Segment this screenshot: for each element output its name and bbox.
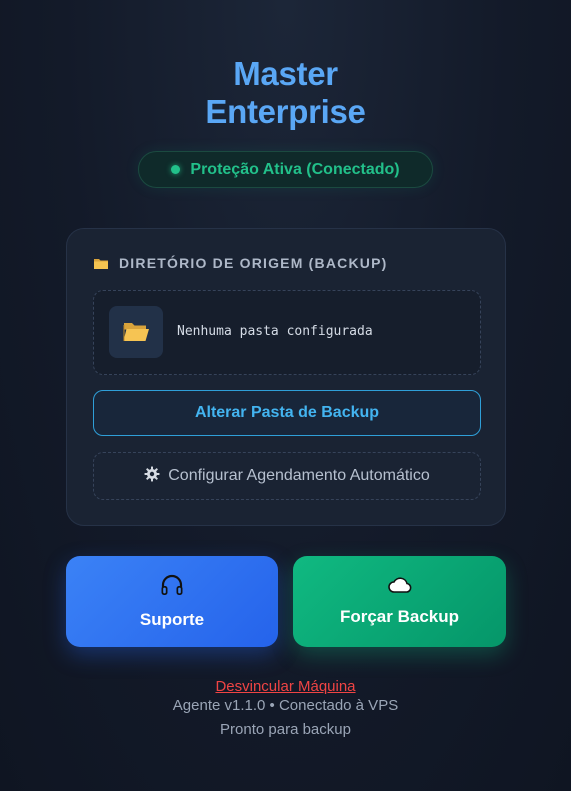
force-backup-button[interactable]: Forçar Backup bbox=[293, 556, 506, 647]
support-label: Suporte bbox=[139, 610, 205, 629]
configure-schedule-button[interactable]: Configurar Agendamento Automático bbox=[93, 452, 481, 500]
folder-path-text: Nenhuma pasta configurada bbox=[177, 324, 373, 339]
status-dot-icon bbox=[171, 165, 181, 174]
gear-icon bbox=[144, 466, 160, 487]
cloud-icon bbox=[387, 576, 413, 599]
status-badge: Proteção Ativa (Conectado) bbox=[138, 151, 433, 188]
folder-path-box: Nenhuma pasta configurada bbox=[93, 290, 481, 375]
app-window: Master Enterprise Proteção Ativa (Conect… bbox=[0, 0, 571, 791]
folder-icon bbox=[93, 257, 109, 270]
headset-icon bbox=[159, 573, 185, 602]
configure-schedule-label: Configurar Agendamento Automático bbox=[168, 467, 430, 484]
source-directory-label: DIRETÓRIO DE ORIGEM (BACKUP) bbox=[119, 255, 388, 271]
agent-version-text: Agente v1.1.0 • Conectado à VPS bbox=[172, 697, 399, 714]
support-button[interactable]: Suporte bbox=[66, 556, 278, 647]
app-title-line2: Enterprise bbox=[205, 93, 366, 130]
backup-state-text: Pronto para backup bbox=[220, 721, 351, 738]
source-directory-card: DIRETÓRIO DE ORIGEM (BACKUP) Nenhuma pas… bbox=[66, 228, 506, 526]
source-directory-header: DIRETÓRIO DE ORIGEM (BACKUP) bbox=[93, 255, 388, 271]
folder-open-icon bbox=[109, 306, 163, 358]
status-label: Proteção Ativa (Conectado) bbox=[190, 160, 400, 178]
change-backup-folder-button[interactable]: Alterar Pasta de Backup bbox=[93, 390, 481, 436]
app-title-line1: Master bbox=[233, 55, 338, 92]
force-backup-label: Forçar Backup bbox=[339, 607, 460, 626]
unlink-machine-link[interactable]: Desvincular Máquina bbox=[0, 678, 571, 695]
